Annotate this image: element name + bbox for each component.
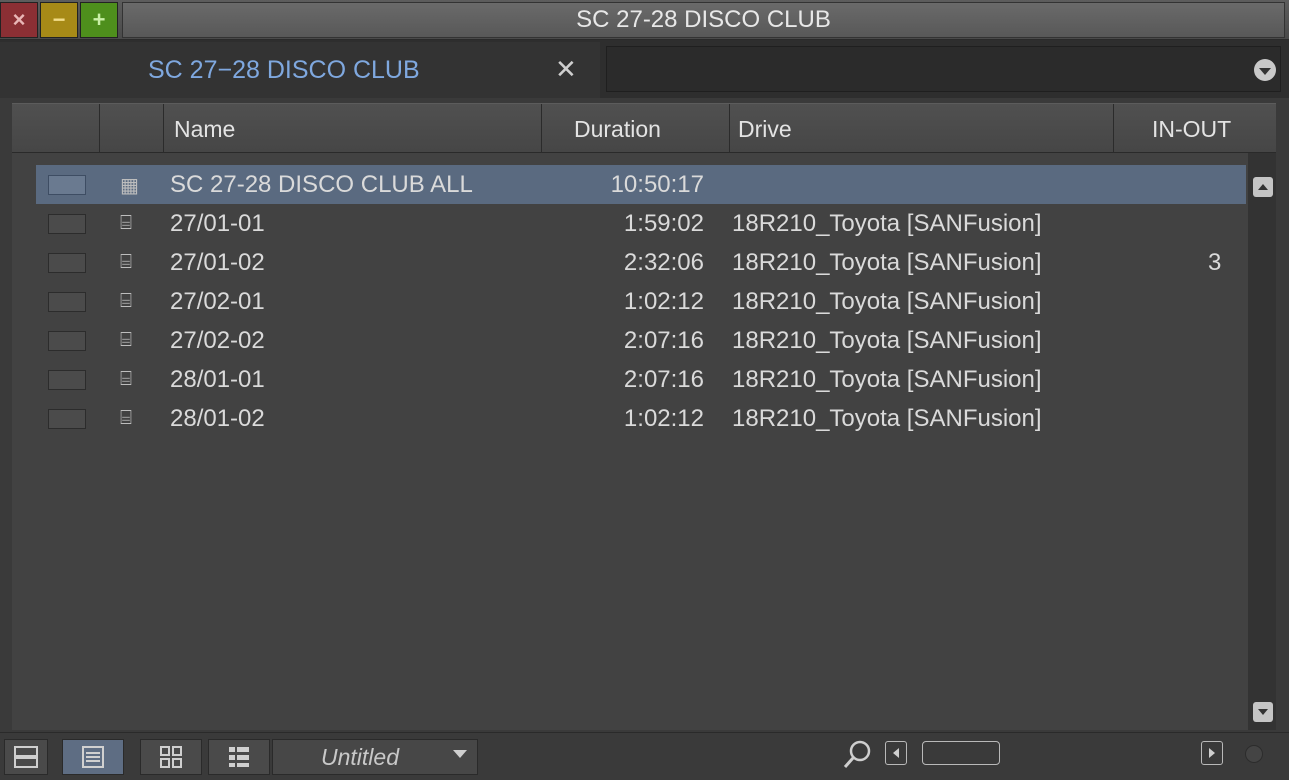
arrow-right-icon <box>1209 748 1215 758</box>
row-select-box[interactable] <box>48 370 86 390</box>
bin-search-field[interactable] <box>606 46 1281 92</box>
thumbnail-view-button[interactable] <box>140 739 202 775</box>
bin-view-menu[interactable]: Untitled <box>272 739 478 775</box>
table-row[interactable]: ⌸ 28/01-02 1:02:12 18R210_Toyota [SANFusion… <box>36 399 1246 438</box>
bin-footer: Untitled <box>0 732 1289 780</box>
clip-icon: ⌸ <box>120 329 132 351</box>
row-name: 27/01-01 <box>170 210 265 237</box>
header-drive-label: Drive <box>738 115 792 142</box>
header-name-label: Name <box>174 115 236 142</box>
tab-label: SC 27−28 DISCO CLUB <box>148 56 420 84</box>
header-drive[interactable]: Drive <box>730 104 1114 154</box>
clip-icon: ⌸ <box>120 368 132 390</box>
header-in-out-label: IN-OUT <box>1152 115 1232 142</box>
row-duration: 1:02:12 <box>623 288 704 315</box>
arrow-up-icon <box>1258 184 1268 190</box>
header-checkbox-column[interactable] <box>12 104 100 154</box>
table-row[interactable]: ⌸ 27/02-02 2:07:16 18R210_Toyota [SANFusion… <box>36 321 1246 360</box>
column-header: Name Duration Drive IN-OUT <box>12 103 1276 154</box>
row-duration: 1:02:12 <box>623 405 704 432</box>
row-duration: 10:50:17 <box>610 171 704 198</box>
row-drive: 18R210_Toyota [SANFusion] <box>732 288 1042 315</box>
bin-view-label: Untitled <box>321 744 399 770</box>
search-icon[interactable] <box>842 739 872 771</box>
row-name: 27/01-02 <box>170 249 265 276</box>
row-name: 27/02-02 <box>170 327 265 354</box>
list-view-button[interactable] <box>62 739 124 775</box>
row-duration: 1:59:02 <box>623 210 704 237</box>
arrow-left-icon <box>893 748 899 758</box>
zoom-window-button[interactable]: + <box>80 2 118 38</box>
script-view-button[interactable] <box>208 739 270 775</box>
table-row[interactable]: ⌸ 27/01-02 2:32:06 18R210_Toyota [SANFusion… <box>36 243 1246 282</box>
row-drive: 18R210_Toyota [SANFusion] <box>732 249 1042 276</box>
header-duration[interactable]: Duration <box>542 104 730 154</box>
tab-bar: SC 27−28 DISCO CLUB ✕ <box>0 40 1289 98</box>
table-row[interactable]: ⌸ 27/02-01 1:02:12 18R210_Toyota [SANFusion… <box>36 282 1246 321</box>
row-drive: 18R210_Toyota [SANFusion] <box>732 210 1042 237</box>
row-drive: 18R210_Toyota [SANFusion] <box>732 405 1042 432</box>
clip-icon: ⌸ <box>120 407 132 429</box>
header-duration-label: Duration <box>574 115 661 142</box>
table-row[interactable]: ⌸ 28/01-01 2:07:16 18R210_Toyota [SANFusion… <box>36 360 1246 399</box>
row-duration: 2:07:16 <box>623 366 704 393</box>
table-row[interactable]: ▦ SC 27-28 DISCO CLUB ALL 10:50:17 <box>36 165 1246 204</box>
tab-bin[interactable]: SC 27−28 DISCO CLUB ✕ <box>0 42 600 98</box>
sequence-icon: ▦ <box>120 175 139 197</box>
row-name: 27/02-01 <box>170 288 265 315</box>
clip-icon: ⌸ <box>120 212 132 234</box>
row-in-out: 3 <box>1208 249 1222 276</box>
table-row[interactable]: ⌸ 27/01-01 1:59:02 18R210_Toyota [SANFusion… <box>36 204 1246 243</box>
horizontal-scroll-thumb[interactable] <box>922 741 1000 765</box>
resize-handle-icon[interactable] <box>1245 745 1263 763</box>
frame-view-icon <box>14 746 38 768</box>
header-icon-column[interactable] <box>100 104 164 154</box>
window-title: SC 27-28 DISCO CLUB <box>576 6 831 33</box>
row-select-box[interactable] <box>48 253 86 273</box>
clip-icon: ⌸ <box>120 290 132 312</box>
close-window-button[interactable]: × <box>0 2 38 38</box>
script-view-icon <box>229 747 249 767</box>
row-duration: 2:32:06 <box>623 249 704 276</box>
row-duration: 2:07:16 <box>623 327 704 354</box>
list-view-icon <box>82 746 104 768</box>
vertical-scrollbar[interactable] <box>1248 153 1276 730</box>
tab-close-icon[interactable]: ✕ <box>555 54 577 85</box>
dropdown-arrow-icon <box>453 750 467 758</box>
bin-list: ▦ SC 27-28 DISCO CLUB ALL 10:50:17 ⌸ 27/01-0… <box>12 153 1276 730</box>
row-select-box[interactable] <box>48 175 86 195</box>
arrow-down-icon <box>1258 709 1268 715</box>
minimize-window-button[interactable]: − <box>40 2 78 38</box>
header-name[interactable]: Name <box>164 104 542 154</box>
row-drive: 18R210_Toyota [SANFusion] <box>732 327 1042 354</box>
scroll-down-button[interactable] <box>1253 702 1273 722</box>
window-titlebar: × − + SC 27-28 DISCO CLUB <box>0 0 1289 40</box>
row-drive: 18R210_Toyota [SANFusion] <box>732 366 1042 393</box>
row-name: SC 27-28 DISCO CLUB ALL <box>170 171 473 198</box>
clip-icon: ⌸ <box>120 251 132 273</box>
bin-fast-menu-icon[interactable] <box>1254 59 1276 81</box>
scroll-right-button[interactable] <box>1201 741 1223 765</box>
row-name: 28/01-02 <box>170 405 265 432</box>
row-select-box[interactable] <box>48 331 86 351</box>
scroll-up-button[interactable] <box>1253 177 1273 197</box>
row-name: 28/01-01 <box>170 366 265 393</box>
row-select-box[interactable] <box>48 409 86 429</box>
title-area: SC 27-28 DISCO CLUB <box>122 2 1285 38</box>
row-select-box[interactable] <box>48 214 86 234</box>
thumbnail-view-icon <box>160 746 182 768</box>
row-select-box[interactable] <box>48 292 86 312</box>
frame-view-button[interactable] <box>4 739 48 775</box>
scroll-left-button[interactable] <box>885 741 907 765</box>
header-in-out[interactable]: IN-OUT <box>1114 104 1276 154</box>
